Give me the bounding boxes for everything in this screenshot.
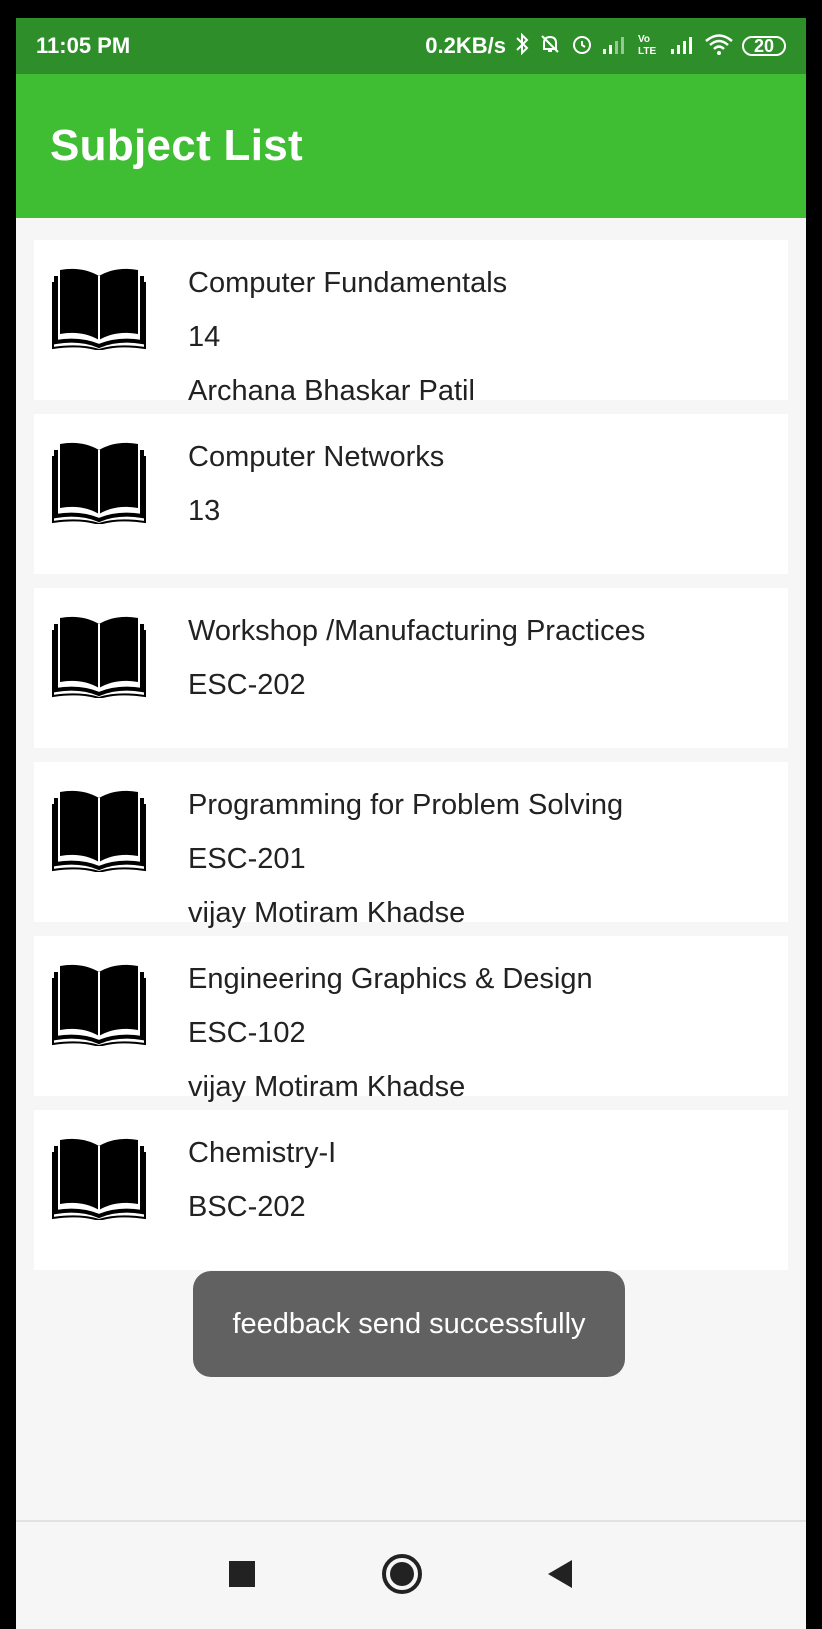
alarm-icon bbox=[570, 32, 594, 60]
book-icon bbox=[52, 786, 146, 874]
book-icon bbox=[52, 1134, 146, 1222]
subject-details: Computer Networks 13 bbox=[188, 430, 778, 592]
subject-teacher bbox=[188, 712, 778, 766]
subject-card[interactable]: Engineering Graphics & Design ESC-102 vi… bbox=[34, 936, 788, 1103]
page-title: Subject List bbox=[50, 121, 303, 170]
subject-card[interactable]: Chemistry-I BSC-202 bbox=[34, 1110, 788, 1270]
signal-icon bbox=[602, 33, 628, 59]
toast-text: feedback send successfully bbox=[232, 1307, 586, 1340]
book-icon bbox=[52, 612, 146, 700]
subject-card[interactable]: Programming for Problem Solving ESC-201 … bbox=[34, 762, 788, 929]
subject-code: ESC-202 bbox=[188, 669, 306, 701]
wifi-icon bbox=[704, 32, 734, 60]
signal-icon bbox=[670, 33, 696, 59]
subject-list: Computer Fundamentals 14 Archana Bhaskar… bbox=[34, 240, 788, 1284]
status-icons: 0.2KB/s Vo LTE 20 bbox=[425, 32, 786, 60]
subject-name: Workshop /Manufacturing Practices bbox=[188, 615, 646, 647]
status-bar: 11:05 PM 0.2KB/s Vo LTE 20 bbox=[16, 18, 806, 74]
subject-card[interactable]: Workshop /Manufacturing Practices ESC-20… bbox=[34, 588, 788, 748]
subject-name: Computer Networks bbox=[188, 441, 445, 473]
home-icon bbox=[381, 1553, 423, 1600]
subject-details: Workshop /Manufacturing Practices ESC-20… bbox=[188, 604, 778, 766]
recents-icon bbox=[228, 1560, 256, 1593]
mute-icon bbox=[538, 32, 562, 60]
volte-lte-icon: Vo LTE bbox=[636, 32, 662, 60]
home-button[interactable] bbox=[378, 1552, 426, 1600]
subject-code: ESC-201 bbox=[188, 843, 306, 875]
subject-teacher: vijay Motiram Khadse bbox=[188, 897, 466, 929]
svg-text:Vo: Vo bbox=[638, 34, 650, 45]
subject-card[interactable]: Computer Fundamentals 14 Archana Bhaskar… bbox=[34, 240, 788, 407]
subject-card[interactable]: Computer Networks 13 bbox=[34, 414, 788, 574]
back-icon bbox=[546, 1559, 574, 1594]
subject-name: Chemistry-I bbox=[188, 1137, 337, 1169]
svg-text:LTE: LTE bbox=[638, 46, 656, 56]
subject-code: 13 bbox=[188, 495, 221, 527]
subject-name: Computer Fundamentals bbox=[188, 267, 508, 299]
subject-teacher: Archana Bhaskar Patil bbox=[188, 375, 475, 407]
subject-name: Engineering Graphics & Design bbox=[188, 963, 593, 995]
app-bar: Subject List bbox=[16, 74, 806, 218]
subject-name: Programming for Problem Solving bbox=[188, 789, 624, 821]
subject-details: Programming for Problem Solving ESC-201 … bbox=[188, 778, 778, 940]
toast-message: feedback send successfully bbox=[193, 1271, 625, 1377]
device-frame: 11:05 PM 0.2KB/s Vo LTE 20 Subject List … bbox=[0, 0, 822, 1629]
screen: 11:05 PM 0.2KB/s Vo LTE 20 Subject List … bbox=[16, 18, 806, 1629]
bluetooth-icon bbox=[514, 32, 530, 60]
subject-details: Chemistry-I BSC-202 bbox=[188, 1126, 778, 1288]
network-speed: 0.2KB/s bbox=[425, 33, 506, 58]
navigation-bar bbox=[16, 1520, 806, 1629]
battery-icon: 20 bbox=[742, 36, 786, 56]
book-icon bbox=[52, 438, 146, 526]
subject-details: Engineering Graphics & Design ESC-102 vi… bbox=[188, 952, 778, 1114]
book-icon bbox=[52, 264, 146, 352]
book-icon bbox=[52, 960, 146, 1048]
subject-code: BSC-202 bbox=[188, 1191, 306, 1223]
subject-teacher: vijay Motiram Khadse bbox=[188, 1071, 466, 1103]
recents-button[interactable] bbox=[218, 1552, 266, 1600]
subject-details: Computer Fundamentals 14 Archana Bhaskar… bbox=[188, 256, 778, 418]
status-time: 11:05 PM bbox=[36, 33, 131, 58]
subject-teacher bbox=[188, 538, 778, 592]
subject-code: 14 bbox=[188, 321, 221, 353]
subject-code: ESC-102 bbox=[188, 1017, 306, 1049]
back-button[interactable] bbox=[536, 1552, 584, 1600]
